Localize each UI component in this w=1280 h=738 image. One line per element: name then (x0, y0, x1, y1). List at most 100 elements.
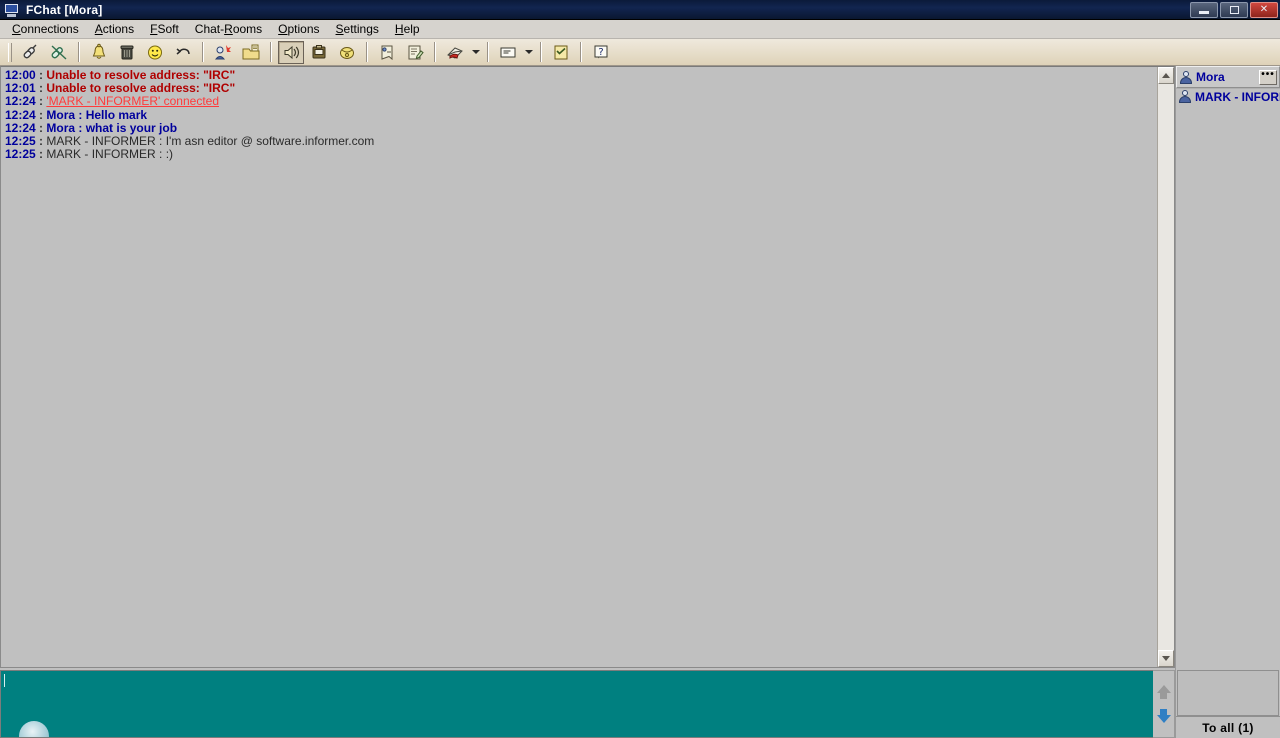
connect-icon[interactable] (18, 41, 44, 64)
main-area: 12:00 : Unable to resolve address: "IRC"… (0, 66, 1280, 738)
smiley-watermark-icon (19, 721, 49, 737)
message-separator: : (35, 107, 47, 122)
message-timestamp: 12:00 (5, 68, 36, 82)
composer-nav (1153, 670, 1175, 738)
user-avatar-icon (1179, 70, 1193, 85)
chat-message: 12:24 : 'MARK - INFORMER' connected (5, 95, 1157, 108)
message-body: MARK - INFORMER : :) (46, 147, 174, 162)
chat-log-panel: 12:00 : Unable to resolve address: "IRC"… (0, 66, 1175, 668)
message-timestamp: 12:25 (5, 134, 36, 149)
minimize-button[interactable] (1190, 1, 1218, 18)
recipient-label: To all (1) (1202, 720, 1254, 735)
toolbar-separator (580, 42, 582, 62)
toolbar-separator (78, 42, 80, 62)
send-file-icon[interactable] (442, 41, 468, 64)
speaker-icon[interactable] (278, 40, 304, 64)
message-separator: : (35, 120, 47, 135)
toolbar-separator (366, 42, 368, 62)
sidebar-empty-panel (1177, 670, 1279, 716)
message-timestamp: 12:24 (5, 107, 36, 122)
message-separator: : (35, 147, 47, 162)
chat-message: 12:25 : MARK - INFORMER : :) (5, 148, 1157, 161)
message-timestamp: 12:24 (5, 120, 36, 135)
scrollbar-up-button[interactable] (1158, 67, 1174, 84)
message-timestamp: 12:01 (5, 81, 36, 96)
menu-settings[interactable]: Settings (328, 21, 387, 37)
menu-chat-rooms[interactable]: Chat-Rooms (187, 21, 270, 37)
title-bar: FChat [Mora] ✕ (0, 0, 1280, 20)
smiley-icon[interactable] (142, 41, 168, 64)
clipboard-icon[interactable] (306, 41, 332, 64)
edit-note-icon[interactable] (402, 41, 428, 64)
fchat-window: FChat [Mora] ✕ Connections Actions FSoft… (0, 0, 1280, 738)
message-separator: : (35, 81, 47, 96)
phone-icon[interactable] (334, 41, 360, 64)
scrollbar-track[interactable] (1158, 84, 1174, 650)
chat-scrollbar[interactable] (1157, 67, 1174, 667)
triangle-up-icon (1162, 73, 1170, 78)
arrow-up-icon (1156, 685, 1171, 693)
user-list[interactable]: MARK - INFORMER (1176, 88, 1280, 670)
message-body: Mora : Hello mark (46, 107, 148, 122)
message-separator: : (35, 134, 47, 149)
scrollbar-down-button[interactable] (1158, 650, 1174, 667)
toolbar-separator (540, 42, 542, 62)
recipient-status[interactable]: To all (1) (1176, 716, 1280, 738)
composer-row (0, 668, 1175, 738)
chevron-down-icon (524, 50, 533, 54)
toolbar-separator (487, 42, 489, 62)
send-file-dropdown[interactable] (469, 41, 482, 64)
scroll-up-button[interactable] (1154, 681, 1174, 703)
toolbar: ? (0, 39, 1280, 66)
bell-icon[interactable] (86, 41, 112, 64)
undo-icon[interactable] (170, 41, 196, 64)
message-icon[interactable] (495, 41, 521, 64)
menu-options[interactable]: Options (270, 21, 327, 37)
sidebar-title: Mora (1196, 70, 1225, 84)
note-icon[interactable] (374, 41, 400, 64)
trash-icon[interactable] (114, 41, 140, 64)
toolbar-separator (434, 42, 436, 62)
chat-message: 12:24 : Mora : Hello mark (5, 107, 1157, 122)
user-avatar-icon (1178, 89, 1192, 104)
computer-icon (4, 3, 20, 17)
menu-connections[interactable]: Connections (4, 21, 87, 37)
message-body: MARK - INFORMER : I'm asn editor @ softw… (46, 134, 375, 149)
message-separator: : (35, 94, 47, 109)
message-timestamp: 12:24 (5, 94, 36, 109)
chat-log[interactable]: 12:00 : Unable to resolve address: "IRC"… (1, 67, 1157, 667)
message-timestamp: 12:25 (5, 147, 36, 162)
text-caret (4, 674, 5, 687)
chevron-down-icon (471, 50, 480, 54)
triangle-down-icon (1162, 656, 1170, 661)
message-system-link[interactable]: 'MARK - INFORMER' connected (46, 94, 219, 108)
close-button[interactable]: ✕ (1250, 1, 1278, 18)
broadcast-icon[interactable] (210, 41, 236, 64)
message-body: Unable to resolve address: "IRC" (46, 68, 236, 82)
menu-help[interactable]: Help (387, 21, 428, 37)
window-title: FChat [Mora] (26, 2, 103, 17)
toolbar-grip[interactable] (8, 42, 12, 62)
svg-text:?: ? (598, 47, 603, 58)
sidebar-menu-button[interactable]: ••• (1259, 69, 1277, 85)
message-dropdown[interactable] (522, 41, 535, 64)
sidebar-header: Mora ••• (1176, 66, 1280, 88)
toolbar-separator (270, 42, 272, 62)
chat-message: 12:25 : MARK - INFORMER : I'm asn editor… (5, 134, 1157, 149)
checklist-icon[interactable] (548, 41, 574, 64)
menu-bar: Connections Actions FSoft Chat-Rooms Opt… (0, 20, 1280, 39)
message-input[interactable] (0, 670, 1153, 738)
message-body: Mora : what is your job (46, 120, 178, 135)
disconnect-icon[interactable] (46, 41, 72, 64)
menu-actions[interactable]: Actions (87, 21, 142, 37)
help-icon[interactable]: ? (588, 41, 614, 64)
message-separator: : (35, 68, 47, 82)
menu-fsoft[interactable]: FSoft (142, 21, 187, 37)
open-folder-icon[interactable] (238, 41, 264, 64)
window-controls: ✕ (1190, 1, 1278, 18)
scroll-down-button[interactable] (1154, 705, 1174, 727)
user-name: MARK - INFORMER (1195, 89, 1280, 104)
user-list-item[interactable]: MARK - INFORMER (1176, 88, 1280, 104)
restore-button[interactable] (1220, 1, 1248, 18)
close-icon: ✕ (1259, 3, 1269, 15)
